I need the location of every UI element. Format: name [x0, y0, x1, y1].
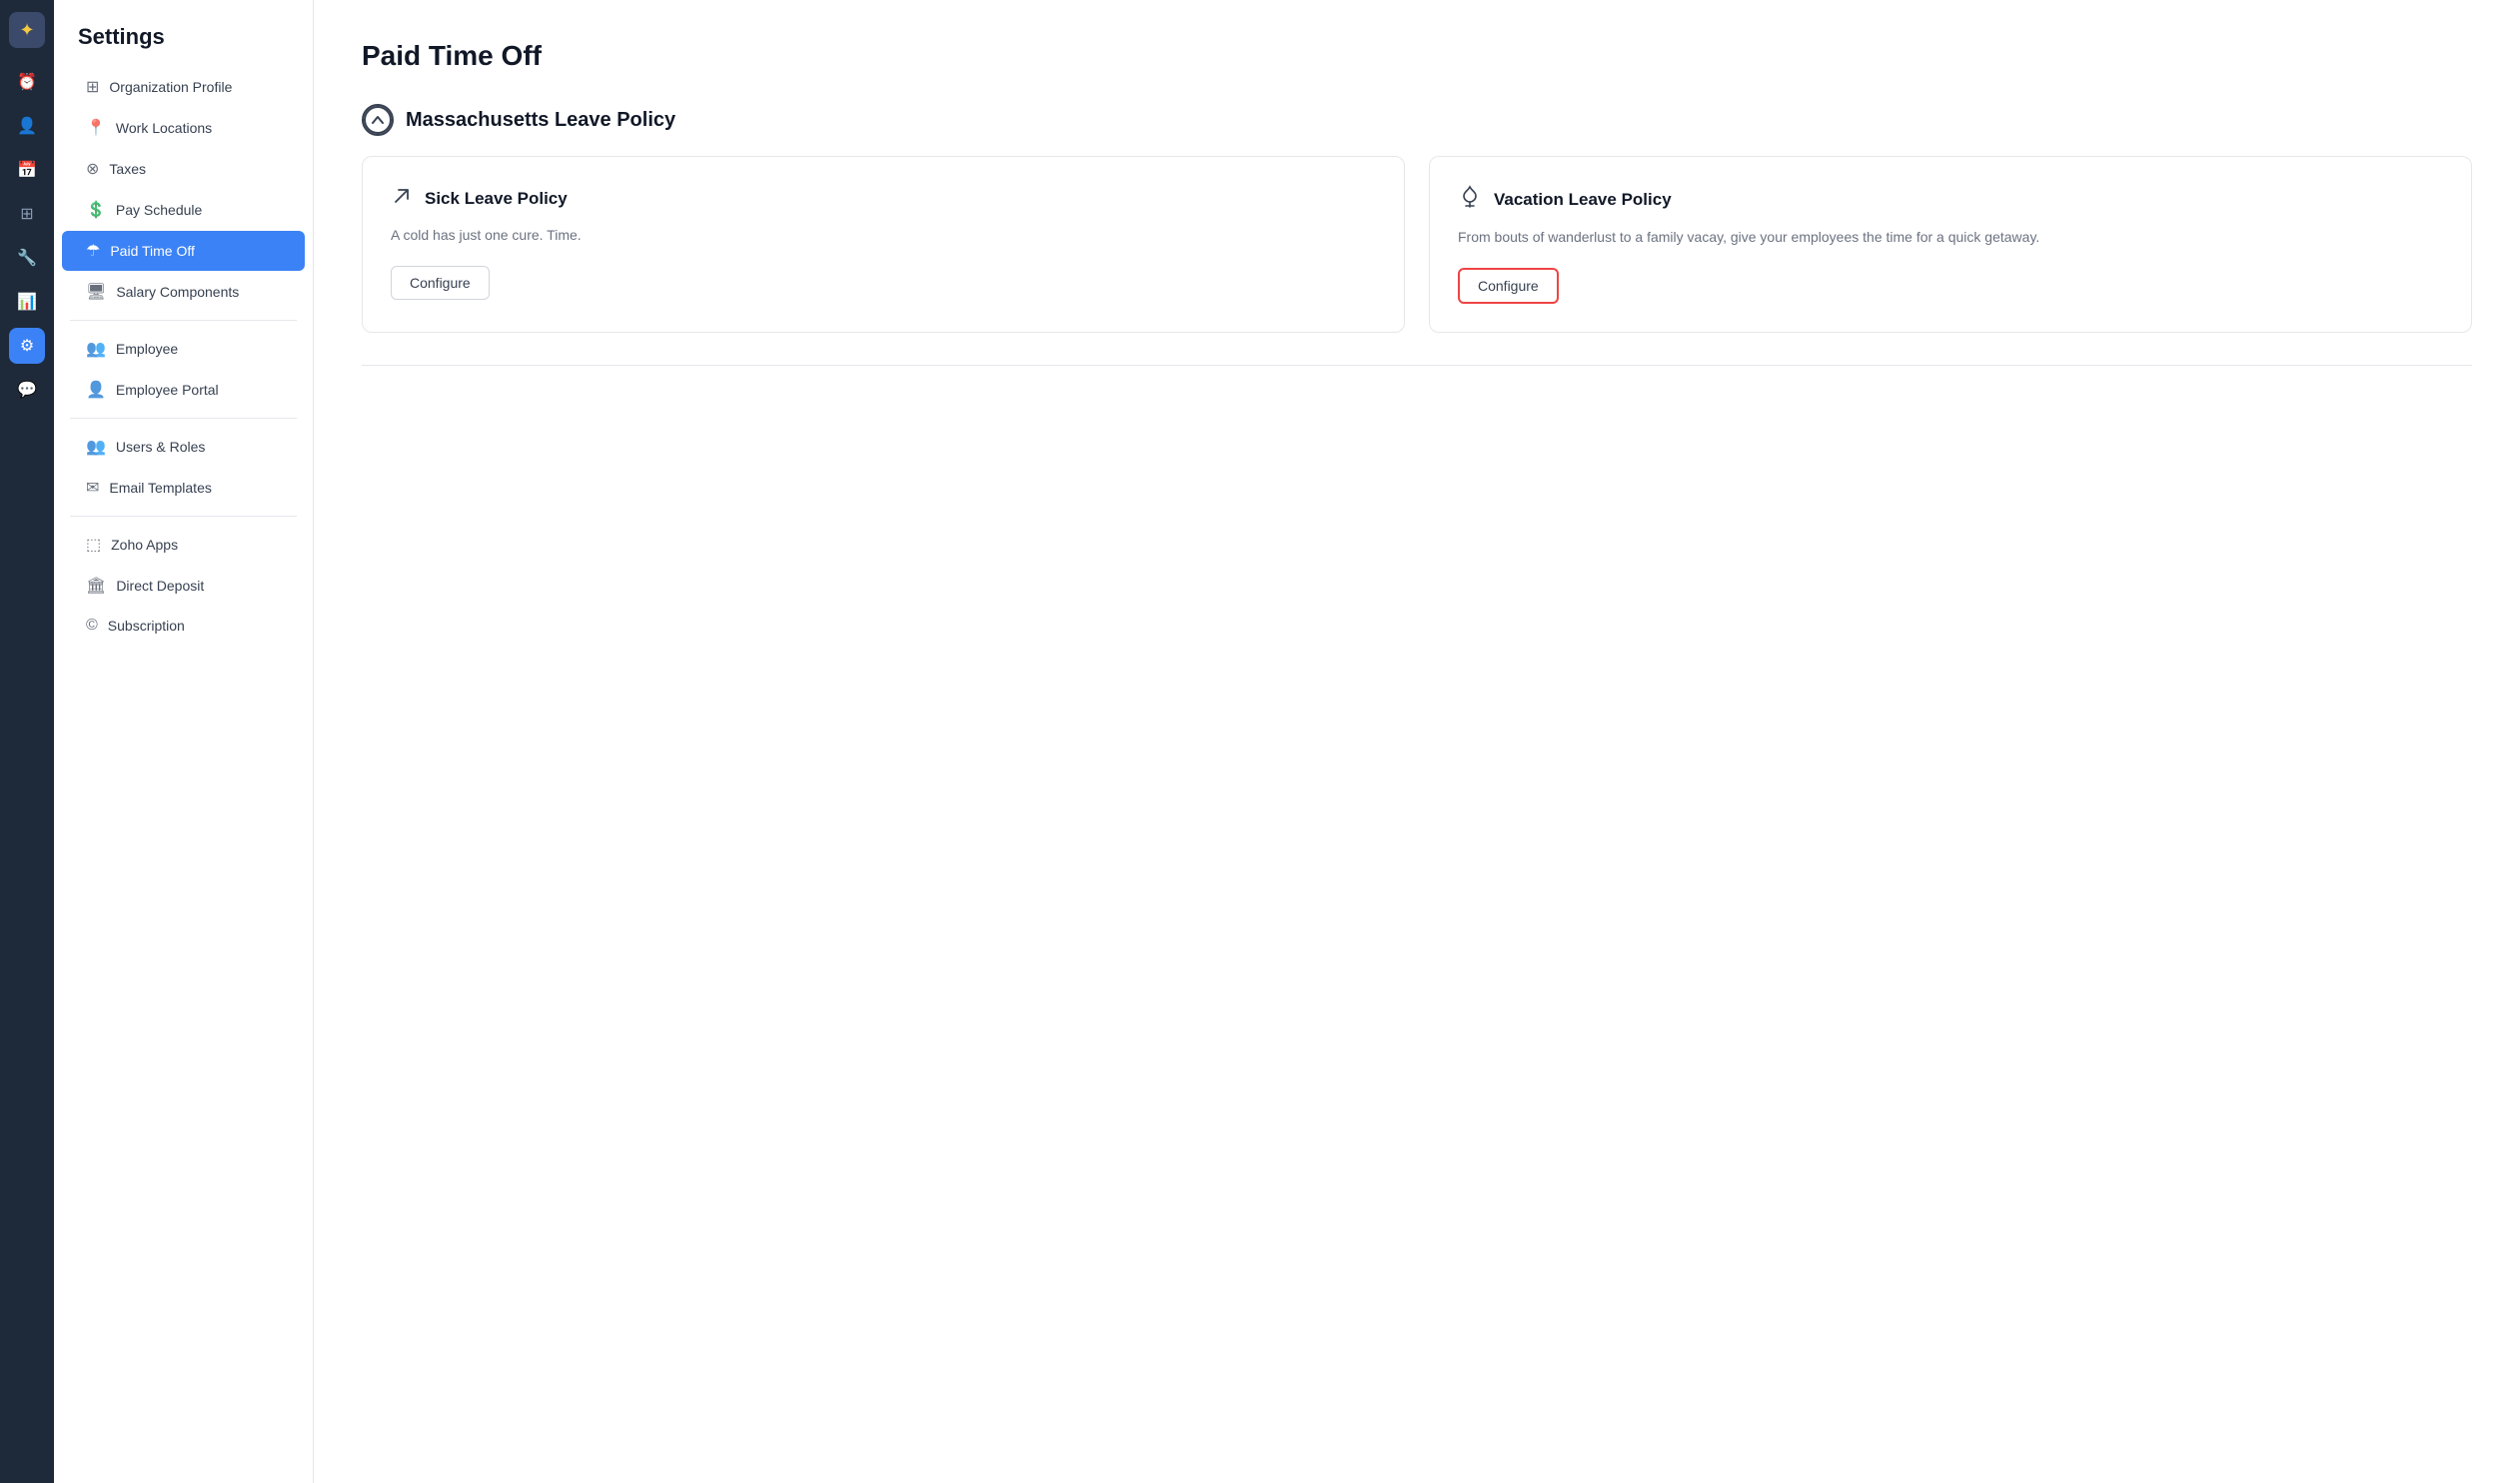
- salary-components-icon: 🖥: [86, 282, 106, 302]
- section-divider: [362, 365, 2472, 366]
- work-locations-icon: 📍: [86, 118, 106, 138]
- sidebar-item-pay-schedule[interactable]: 💲 Pay Schedule: [62, 190, 305, 230]
- policy-cards: Sick Leave Policy A cold has just one cu…: [362, 156, 2472, 333]
- sick-leave-title: Sick Leave Policy: [425, 189, 568, 209]
- sidebar-item-salary-components[interactable]: 🖥 Salary Components: [62, 272, 305, 312]
- vacation-leave-configure-button[interactable]: Configure: [1458, 268, 1559, 304]
- sidebar-label-pay-schedule: Pay Schedule: [116, 202, 202, 218]
- sidebar-label-org-profile: Organization Profile: [109, 79, 232, 95]
- sidebar-label-work-locations: Work Locations: [116, 120, 212, 136]
- nav-icon-clock[interactable]: ⏰: [9, 64, 45, 100]
- sidebar-item-direct-deposit[interactable]: 🏛 Direct Deposit: [62, 566, 305, 606]
- icon-bar: ✦ ⏰ 👤 📅 ⊞ 🔧 📊 ⚙ 💬: [0, 0, 54, 1483]
- taxes-icon: ⊗: [86, 159, 99, 179]
- subscription-icon: ©: [86, 617, 98, 635]
- sidebar-label-email-templates: Email Templates: [109, 480, 211, 496]
- org-profile-icon: ⊞: [86, 77, 99, 97]
- sidebar-item-subscription[interactable]: © Subscription: [62, 607, 305, 645]
- sidebar-label-paid-time-off: Paid Time Off: [110, 243, 195, 259]
- vacation-leave-card: Vacation Leave Policy From bouts of wand…: [1429, 156, 2472, 333]
- sidebar-label-subscription: Subscription: [108, 618, 185, 634]
- sidebar-item-org-profile[interactable]: ⊞ Organization Profile: [62, 67, 305, 107]
- users-roles-icon: 👥: [86, 437, 106, 457]
- email-templates-icon: ✉: [86, 478, 99, 498]
- nav-icon-person[interactable]: 👤: [9, 108, 45, 144]
- sidebar-item-employee[interactable]: 👥 Employee: [62, 329, 305, 369]
- sidebar: Settings ⊞ Organization Profile 📍 Work L…: [54, 0, 314, 1483]
- sidebar-item-employee-portal[interactable]: 👤 Employee Portal: [62, 370, 305, 410]
- sidebar-divider-1: [70, 320, 297, 321]
- sidebar-label-zoho-apps: Zoho Apps: [111, 537, 178, 553]
- nav-icon-chart[interactable]: 📊: [9, 284, 45, 320]
- nav-icon-settings[interactable]: ⚙: [9, 328, 45, 364]
- sidebar-item-zoho-apps[interactable]: ⬚ Zoho Apps: [62, 525, 305, 565]
- nav-icon-tool[interactable]: 🔧: [9, 240, 45, 276]
- sick-leave-icon: [391, 185, 413, 213]
- nav-icon-grid[interactable]: ⊞: [9, 196, 45, 232]
- sidebar-item-paid-time-off[interactable]: ☂ Paid Time Off: [62, 231, 305, 271]
- paid-time-off-icon: ☂: [86, 241, 100, 261]
- sidebar-title: Settings: [54, 16, 313, 66]
- page-title: Paid Time Off: [362, 40, 2472, 72]
- nav-icon-chat[interactable]: 💬: [9, 372, 45, 408]
- vacation-leave-card-header: Vacation Leave Policy: [1458, 185, 2443, 215]
- sick-leave-configure-button[interactable]: Configure: [391, 266, 490, 300]
- app-logo[interactable]: ✦: [9, 12, 45, 48]
- sidebar-label-users-roles: Users & Roles: [116, 439, 205, 455]
- nav-icon-calendar[interactable]: 📅: [9, 152, 45, 188]
- sidebar-item-email-templates[interactable]: ✉ Email Templates: [62, 468, 305, 508]
- sidebar-item-work-locations[interactable]: 📍 Work Locations: [62, 108, 305, 148]
- vacation-leave-description: From bouts of wanderlust to a family vac…: [1458, 227, 2443, 248]
- sidebar-item-users-roles[interactable]: 👥 Users & Roles: [62, 427, 305, 467]
- main-content: Paid Time Off Massachusetts Leave Policy: [314, 0, 2520, 1483]
- logo-icon: ✦: [19, 20, 34, 41]
- sidebar-label-direct-deposit: Direct Deposit: [116, 578, 204, 594]
- pay-schedule-icon: 💲: [86, 200, 106, 220]
- sick-leave-card: Sick Leave Policy A cold has just one cu…: [362, 156, 1405, 333]
- policy-section: Massachusetts Leave Policy Sick Leave Po…: [362, 104, 2472, 333]
- sidebar-item-taxes[interactable]: ⊗ Taxes: [62, 149, 305, 189]
- policy-header-title: Massachusetts Leave Policy: [406, 109, 675, 132]
- vacation-leave-title: Vacation Leave Policy: [1494, 190, 1672, 210]
- zoho-apps-icon: ⬚: [86, 535, 101, 555]
- chevron-up-circle-icon: [364, 106, 392, 134]
- sick-leave-card-header: Sick Leave Policy: [391, 185, 1376, 213]
- employee-portal-icon: 👤: [86, 380, 106, 400]
- employee-icon: 👥: [86, 339, 106, 359]
- sidebar-label-taxes: Taxes: [109, 161, 146, 177]
- sidebar-divider-2: [70, 418, 297, 419]
- vacation-leave-icon: [1458, 185, 1482, 215]
- sidebar-divider-3: [70, 516, 297, 517]
- direct-deposit-icon: 🏛: [86, 576, 106, 596]
- sick-leave-description: A cold has just one cure. Time.: [391, 225, 1376, 246]
- sidebar-label-employee: Employee: [116, 341, 178, 357]
- policy-header-icon: [362, 104, 394, 136]
- sidebar-label-employee-portal: Employee Portal: [116, 382, 219, 398]
- policy-header: Massachusetts Leave Policy: [362, 104, 2472, 136]
- sidebar-label-salary-components: Salary Components: [116, 284, 239, 300]
